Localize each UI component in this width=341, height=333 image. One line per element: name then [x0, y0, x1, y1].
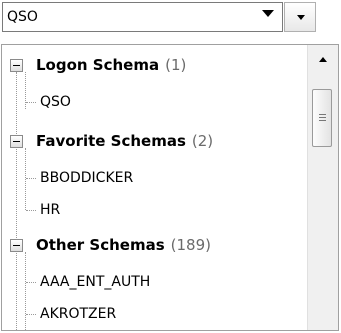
schema-tree: Logon Schema (1) QSO Favorite Schemas (2) … [2, 45, 307, 330]
schema-combobox-value: QSO [7, 9, 38, 25]
tree-line [26, 178, 36, 179]
tree-group-count: (1) [165, 56, 187, 74]
tree-group-label: Favorite Schemas [36, 132, 186, 150]
tree-item-bboddicker[interactable]: BBODDICKER [40, 165, 133, 191]
tree-group-count: (2) [191, 132, 214, 150]
arrow-up-icon [319, 57, 327, 62]
tree-item-qso[interactable]: QSO [40, 89, 71, 115]
tree-line [26, 314, 36, 315]
tree-group-label: Logon Schema [36, 56, 160, 74]
schema-dropdown-button[interactable] [284, 2, 316, 32]
tree-item-label: AKROTZER [40, 306, 117, 322]
vertical-scrollbar[interactable] [307, 45, 338, 330]
collapse-minus-icon[interactable] [10, 135, 23, 148]
collapse-minus-icon[interactable] [10, 59, 23, 72]
chevron-down-icon[interactable] [262, 10, 274, 17]
tree-item-label: BBODDICKER [40, 170, 134, 186]
grip-icon [319, 120, 326, 121]
tree-group-label: Other Schemas [36, 236, 165, 254]
chevron-down-icon [297, 15, 305, 20]
tree-item-label: HR [40, 202, 61, 218]
collapse-minus-icon[interactable] [10, 239, 23, 252]
tree-line [16, 72, 17, 330]
tree-line [25, 252, 26, 330]
grip-icon [319, 117, 326, 118]
scroll-up-button[interactable] [308, 45, 338, 73]
tree-item-label: QSO [40, 94, 71, 110]
tree-line [25, 148, 26, 210]
tree-line [25, 72, 26, 109]
tree-item-hr[interactable]: HR [40, 197, 60, 223]
tree-group-other-schemas[interactable]: Other Schemas (189) [36, 232, 211, 258]
schema-combobox[interactable]: QSO [2, 2, 283, 32]
tree-item-label: AAA_ENT_AUTH [40, 274, 151, 290]
tree-group-logon-schema[interactable]: Logon Schema (1) [36, 52, 186, 78]
schema-dropdown-panel: Logon Schema (1) QSO Favorite Schemas (2) … [1, 44, 339, 331]
tree-item-aaa-ent-auth[interactable]: AAA_ENT_AUTH [40, 269, 150, 295]
tree-line [26, 102, 36, 103]
tree-line [26, 210, 36, 211]
tree-group-count: (189) [170, 236, 211, 254]
scrollbar-thumb[interactable] [312, 89, 332, 147]
tree-line [26, 282, 36, 283]
tree-group-favorite-schemas[interactable]: Favorite Schemas (2) [36, 128, 213, 154]
tree-item-akrotzer[interactable]: AKROTZER [40, 301, 116, 327]
grip-icon [319, 114, 326, 115]
